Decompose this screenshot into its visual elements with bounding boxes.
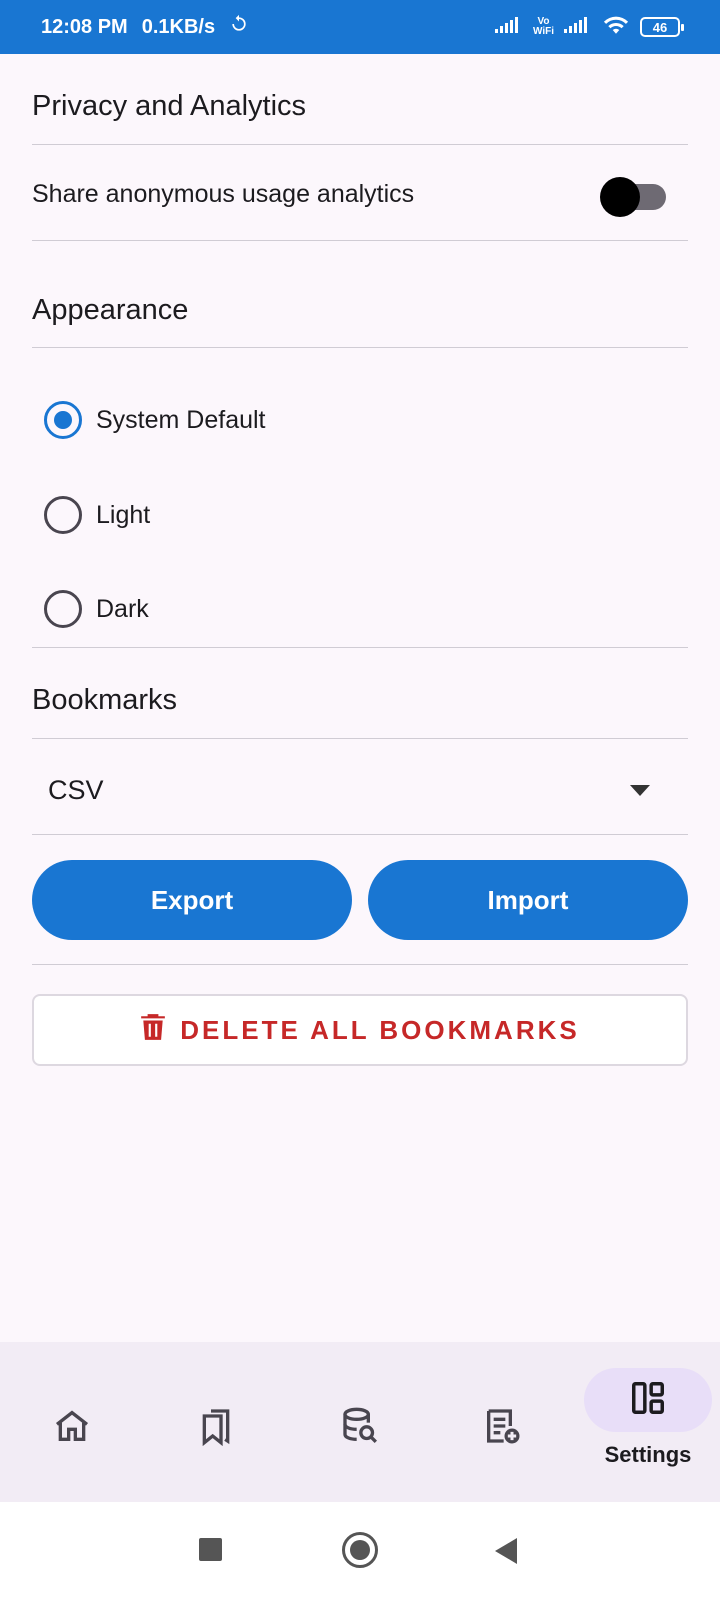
- format-dropdown[interactable]: CSV: [32, 755, 688, 825]
- radio-button[interactable]: [44, 496, 82, 534]
- trash-icon: [140, 1013, 166, 1048]
- radio-label: System Default: [96, 405, 266, 434]
- delete-all-bookmarks-label: DELETE ALL BOOKMARKS: [180, 1014, 580, 1045]
- status-network-speed: 0.1KB/s: [141, 15, 216, 38]
- nav-search-database[interactable]: [338, 1406, 382, 1450]
- sync-icon: [229, 14, 249, 40]
- import-button[interactable]: Import: [368, 860, 688, 940]
- battery-level: 46: [652, 19, 668, 35]
- divider: [32, 347, 688, 348]
- radio-label: Light: [96, 500, 151, 529]
- toggle-thumb: [600, 177, 640, 217]
- radio-button[interactable]: [44, 590, 82, 628]
- radio-option-light[interactable]: Light: [44, 495, 150, 535]
- radio-option-dark[interactable]: Dark: [44, 589, 149, 629]
- vowifi-icon: Vo WiFi: [533, 17, 554, 37]
- privacy-section-title: Privacy and Analytics: [32, 90, 307, 122]
- analytics-toggle[interactable]: [600, 176, 668, 217]
- divider: [32, 647, 688, 648]
- wifi-icon: [602, 14, 630, 41]
- radio-label: Dark: [96, 594, 149, 623]
- battery-indicator: 46: [640, 17, 684, 37]
- home-button[interactable]: [342, 1532, 378, 1568]
- bookmarks-icon: [196, 1406, 236, 1451]
- bookmarks-section-title: Bookmarks: [32, 684, 178, 716]
- signal-icon: [494, 15, 523, 40]
- appearance-section-title: Appearance: [32, 294, 189, 326]
- status-bar: 12:08 PM 0.1KB/s Vo WiFi 46: [0, 0, 720, 54]
- analytics-label: Share anonymous usage analytics: [32, 180, 415, 208]
- add-note-icon: [482, 1406, 522, 1451]
- status-left: 12:08 PM 0.1KB/s: [41, 14, 249, 40]
- home-icon: [52, 1406, 92, 1451]
- status-time: 12:08 PM: [41, 15, 128, 38]
- nav-settings[interactable]: [584, 1368, 712, 1432]
- dropdown-arrow-icon: [630, 784, 650, 796]
- settings-dashboard-icon: [629, 1379, 667, 1422]
- nav-settings-label[interactable]: Settings: [584, 1442, 712, 1468]
- export-button[interactable]: Export: [32, 860, 352, 940]
- divider: [32, 738, 688, 739]
- vowifi-bottom: WiFi: [532, 26, 554, 37]
- radio-option-system-default[interactable]: System Default: [44, 400, 266, 440]
- radio-button-checked[interactable]: [44, 401, 82, 439]
- back-button[interactable]: [495, 1538, 517, 1564]
- database-search-icon: [340, 1406, 380, 1451]
- divider: [32, 964, 688, 965]
- format-dropdown-value: CSV: [48, 774, 104, 805]
- status-right: Vo WiFi 46: [494, 14, 684, 41]
- divider: [32, 834, 688, 835]
- nav-home[interactable]: [50, 1406, 94, 1450]
- nav-bookmarks[interactable]: [194, 1406, 238, 1450]
- divider: [32, 144, 688, 145]
- delete-all-bookmarks-button[interactable]: DELETE ALL BOOKMARKS: [32, 994, 688, 1066]
- signal-icon-2: [564, 15, 592, 40]
- recents-button[interactable]: [199, 1538, 222, 1561]
- divider: [32, 240, 688, 241]
- nav-add-note[interactable]: [480, 1406, 524, 1450]
